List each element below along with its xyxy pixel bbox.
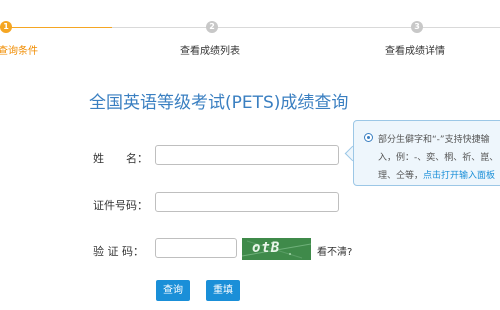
step-progress-bar: 1 查询条件 2 查看成绩列表 3 查看成绩详情 [0,0,500,60]
tooltip-line-3: 理、仝等，点击打开输入面板 [378,168,495,181]
name-input[interactable] [155,145,339,165]
input-help-tooltip: 部分生僻字和“-”支持快捷输 入，例：-、奕、桐、祈、崑、 理、仝等，点击打开输… [353,120,500,186]
tooltip-line-3-text: 理、仝等， [378,171,424,181]
page-title: 全国英语等级考试(PETS)成绩查询 [89,93,349,113]
step-2-number: 2 [206,21,218,33]
open-input-panel-link[interactable]: 点击打开输入面板 [423,171,495,181]
step-3-number: 3 [411,21,423,33]
step-line-active [0,27,112,28]
captcha-label: 验 证 码： [93,245,144,258]
step-3-label: 查看成绩详情 [385,46,445,57]
captcha-image[interactable]: otB [242,238,311,260]
step-1-number: 1 [0,21,12,33]
tooltip-line-1: 部分生僻字和“-”支持快捷输 [378,135,490,145]
id-number-label: 证件号码： [93,199,148,212]
tooltip-line-2: 入，例：-、奕、桐、祈、崑、 [378,153,499,163]
info-radio-icon [364,133,373,142]
name-label: 姓 名： [93,152,148,165]
captcha-text: otB [252,240,281,256]
id-number-input[interactable] [155,192,339,212]
step-2-label: 查看成绩列表 [180,46,240,57]
step-1-label: 查询条件 [0,46,38,57]
query-button[interactable]: 查询 [156,280,190,301]
captcha-input[interactable] [155,238,237,258]
step-line-pending [112,27,500,28]
reset-button[interactable]: 重填 [206,280,240,301]
refresh-captcha-link[interactable]: 看不清? [317,243,352,258]
